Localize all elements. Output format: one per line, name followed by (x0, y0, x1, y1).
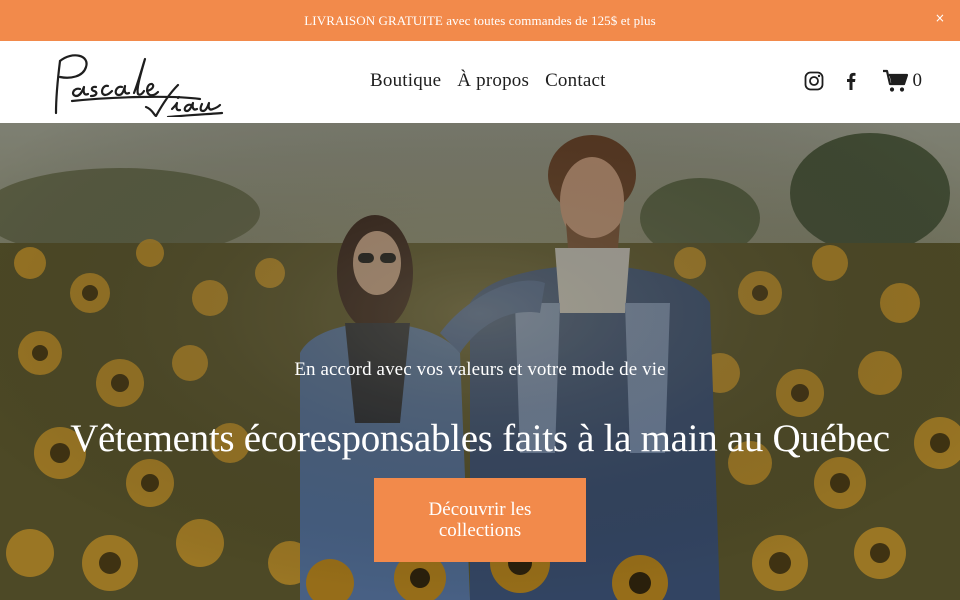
facebook-icon[interactable] (842, 71, 860, 91)
nav-item-a-propos[interactable]: À propos (457, 70, 529, 92)
cart-button[interactable]: 0 (882, 69, 923, 93)
brand-logo[interactable] (50, 49, 226, 119)
cart-count: 0 (912, 70, 923, 91)
cart-icon (882, 69, 908, 92)
close-icon[interactable]: × (932, 10, 948, 26)
nav-item-contact[interactable]: Contact (545, 70, 606, 92)
hero-title: Vêtements écoresponsables faits à la mai… (70, 417, 890, 460)
announcement-text: LIVRAISON GRATUITE avec toutes commandes… (304, 12, 656, 28)
nav-item-boutique[interactable]: Boutique (370, 70, 441, 92)
header-actions: 0 (804, 69, 923, 93)
logo-script-image (54, 54, 224, 119)
discover-collections-button[interactable]: Découvrir les collections (374, 478, 586, 562)
announcement-bar: LIVRAISON GRATUITE avec toutes commandes… (0, 0, 960, 41)
main-nav: Boutique À propos Contact (370, 70, 622, 92)
site-header: Boutique À propos Contact 0 (0, 41, 960, 123)
instagram-icon[interactable] (804, 71, 824, 91)
hero-subtitle: En accord avec vos valeurs et votre mode… (294, 359, 666, 380)
hero-banner: En accord avec vos valeurs et votre mode… (0, 123, 960, 600)
